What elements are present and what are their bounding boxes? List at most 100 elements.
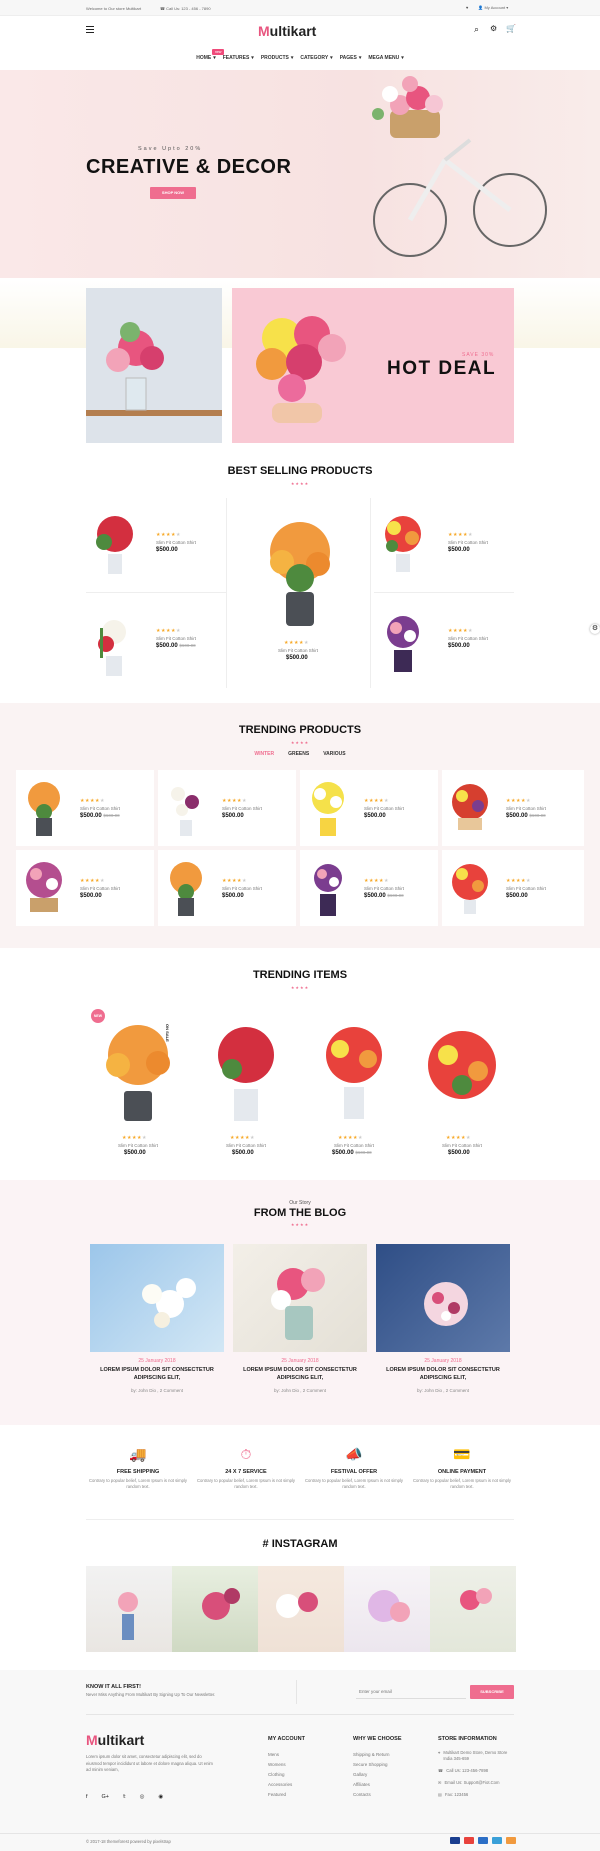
footer-logo[interactable]: Multikart — [86, 1732, 144, 1748]
menu-icon[interactable] — [86, 26, 94, 33]
store-phone: ☎ Call Us: 123-456-7898 — [438, 1768, 489, 1773]
product-card[interactable]: ★★★★★ Slim Fit Cotton Shirt $500.00 — [442, 850, 584, 926]
product-name: Slim Fit Cotton Shirt — [364, 806, 405, 811]
footer-col-title: MY ACCOUNT — [268, 1736, 305, 1742]
logo[interactable]: Multikart — [258, 23, 316, 39]
email-input[interactable] — [356, 1685, 466, 1699]
product-card[interactable]: ★★★★★ Slim Fit Cotton Shirt $500.00 $600… — [16, 770, 154, 846]
service-text: Contrary to popular belief, Lorem Ipsum … — [413, 1478, 511, 1489]
promo-banner-hot-deal[interactable]: SAVE 30% HOT DEAL — [232, 288, 514, 443]
product-card[interactable]: ★★★★★ Slim Fit Cotton Shirt $500.00 $600… — [300, 850, 438, 926]
product-card[interactable]: ★★★★★ Slim Fit Cotton Shirt $500.00 — [158, 770, 296, 846]
main-nav: HOME ▾ FEATURES ▾ PRODUCTS ▾ CATEGORY ▾ PAGE… — [0, 55, 600, 61]
chevron-down-icon: ▾ — [401, 55, 404, 61]
footer-link[interactable]: Clothing — [268, 1770, 292, 1780]
instagram-image[interactable] — [86, 1566, 172, 1652]
service-text: Contrary to popular belief, Lorem Ipsum … — [305, 1478, 403, 1489]
store-address: ⌖ Multikart Demo Store, Demo Store India … — [438, 1750, 508, 1761]
footer-link[interactable]: Secure Shopping — [353, 1760, 390, 1770]
product-card[interactable]: ★★★★★ Slim Fit Cotton Shirt $500.00 — [374, 598, 514, 688]
wishlist-icon[interactable]: ♥ — [466, 5, 468, 10]
hero-title: CREATIVE & DECOR — [86, 156, 292, 178]
product-image — [428, 1031, 496, 1099]
payment-icons — [450, 1837, 516, 1844]
envelope-icon: ✉ — [438, 1780, 442, 1785]
phone-text: ☎ Call Us: 123 - 456 - 7890 — [160, 6, 211, 11]
nav-category[interactable]: CATEGORY ▾ — [300, 55, 332, 61]
rating-stars: ★★★★★ — [506, 798, 531, 804]
footer-link[interactable]: Contacts — [353, 1790, 390, 1800]
newsletter-text: Never Miss Anything From Multikart By Si… — [86, 1692, 216, 1697]
nav-pages[interactable]: PAGES ▾ — [340, 55, 362, 61]
product-card[interactable]: ★★★★★ Slim Fit Cotton Shirt $500.00 — [16, 850, 154, 926]
facebook-icon[interactable]: f — [86, 1794, 88, 1800]
twitter-icon[interactable]: 𝕥 — [123, 1794, 126, 1800]
nav-home[interactable]: HOME ▾ — [196, 55, 216, 61]
tab-winter[interactable]: WINTER — [254, 751, 274, 757]
site-header: Multikart ⌕ ⚙ 🛒 new HOME ▾ FEATURES ▾ PROD… — [0, 16, 600, 70]
settings-icon[interactable]: ⚙ — [590, 624, 600, 634]
welcome-text: Welcome to Our store Multikart — [86, 6, 142, 11]
nav-mega-menu[interactable]: MEGA MENU ▾ — [368, 55, 403, 61]
fax-icon: ▤ — [438, 1792, 442, 1797]
cart-icon[interactable]: 🛒 — [506, 24, 516, 33]
google-plus-icon[interactable]: G+ — [102, 1794, 110, 1800]
footer-link[interactable]: Womens — [268, 1760, 292, 1770]
service-item: 📣 FESTIVAL OFFER Contrary to popular bel… — [302, 1446, 406, 1490]
product-image — [452, 864, 488, 914]
product-card[interactable]: ★★★★★ Slim Fit Cotton Shirt $500.00 $600… — [86, 598, 226, 688]
product-card[interactable]: ★★★★★ Slim Fit Cotton Shirt $500.00 — [374, 498, 514, 588]
blog-card[interactable]: 25 January 2018 LOREM IPSUM DOLOR SIT CO… — [233, 1244, 367, 1404]
promo-banner-left[interactable] — [86, 288, 222, 443]
tab-greens[interactable]: GREENS — [288, 751, 309, 757]
footer-link[interactable]: Featured — [268, 1790, 292, 1800]
subscribe-button[interactable]: SUBSCRIBE — [470, 1685, 514, 1699]
footer-link[interactable]: Accessories — [268, 1780, 292, 1790]
trending-item[interactable]: ★★★★★ Slim Fit Cotton Shirt $500.00 — [86, 1005, 190, 1165]
product-price: $500.00 $600.00 — [332, 1150, 372, 1156]
product-price: $500.00 $600.00 — [80, 813, 120, 819]
bicycle-image — [372, 76, 547, 257]
footer-link[interactable]: Shipping & Return — [353, 1750, 390, 1760]
shop-now-button[interactable]: SHOP NOW — [150, 187, 196, 199]
product-name: Slim Fit Cotton Shirt — [226, 1143, 267, 1148]
footer-link[interactable]: Mens — [268, 1750, 292, 1760]
product-price: $500.00 — [232, 1150, 254, 1156]
settings-icon[interactable]: ⚙ — [490, 24, 497, 33]
product-card[interactable]: ★★★★★ Slim Fit Cotton Shirt $500.00 — [86, 498, 226, 588]
product-name: Slim Fit Cotton Shirt — [448, 636, 489, 641]
blog-card[interactable]: 25 January 2018 LOREM IPSUM DOLOR SIT CO… — [90, 1244, 224, 1404]
product-card[interactable]: ★★★★★ Slim Fit Cotton Shirt $500.00 — [300, 770, 438, 846]
instagram-image[interactable] — [344, 1566, 430, 1652]
footer-link[interactable]: Affiliates — [353, 1780, 390, 1790]
trending-item[interactable]: ★★★★★ Slim Fit Cotton Shirt $500.00 $600… — [302, 1005, 406, 1165]
nav-features[interactable]: FEATURES ▾ — [223, 55, 254, 61]
rss-icon[interactable]: ◉ — [158, 1794, 163, 1800]
tab-various[interactable]: VARIOUS — [323, 751, 345, 757]
product-card[interactable]: ★★★★★ Slim Fit Cotton Shirt $500.00 — [158, 850, 296, 926]
blog-title: FROM THE BLOG — [253, 1207, 347, 1219]
instagram-icon[interactable]: ◎ — [140, 1794, 145, 1800]
product-card-featured[interactable]: ★★★★★ Slim Fit Cotton Shirt $500.00 — [232, 498, 368, 688]
services-row: 🚚 FREE SHIPPING Contrary to popular beli… — [86, 1440, 514, 1520]
search-icon[interactable]: ⌕ — [474, 24, 479, 35]
social-links: f G+ 𝕥 ◎ ◉ — [86, 1794, 163, 1800]
instagram-image[interactable] — [258, 1566, 344, 1652]
trending-item[interactable]: ★★★★★ Slim Fit Cotton Shirt $500.00 — [410, 1005, 514, 1165]
product-image — [98, 620, 126, 676]
footer-link[interactable]: Gallary — [353, 1770, 390, 1780]
trending-item[interactable]: ★★★★★ Slim Fit Cotton Shirt $500.00 — [194, 1005, 298, 1165]
product-price: $500.00 — [124, 1150, 146, 1156]
nav-products[interactable]: PRODUCTS ▾ — [261, 55, 294, 61]
instagram-image[interactable] — [430, 1566, 516, 1652]
account-menu[interactable]: 👤 My Account ▾ — [478, 5, 508, 10]
blog-post-title[interactable]: LOREM IPSUM DOLOR SIT CONSECTETUR ADIPIS… — [90, 1367, 224, 1382]
rating-stars: ★★★★★ — [446, 1135, 471, 1141]
blog-card[interactable]: 25 January 2018 LOREM IPSUM DOLOR SIT CO… — [376, 1244, 510, 1404]
product-card[interactable]: ★★★★★ Slim Fit Cotton Shirt $500.00 $600… — [442, 770, 584, 846]
product-name: Slim Fit Cotton Shirt — [80, 806, 121, 811]
trending-grid: ★★★★★ Slim Fit Cotton Shirt $500.00 $600… — [16, 770, 584, 930]
blog-post-title[interactable]: LOREM IPSUM DOLOR SIT CONSECTETUR ADIPIS… — [376, 1367, 510, 1382]
instagram-image[interactable] — [172, 1566, 258, 1652]
blog-post-title[interactable]: LOREM IPSUM DOLOR SIT CONSECTETUR ADIPIS… — [233, 1367, 367, 1382]
